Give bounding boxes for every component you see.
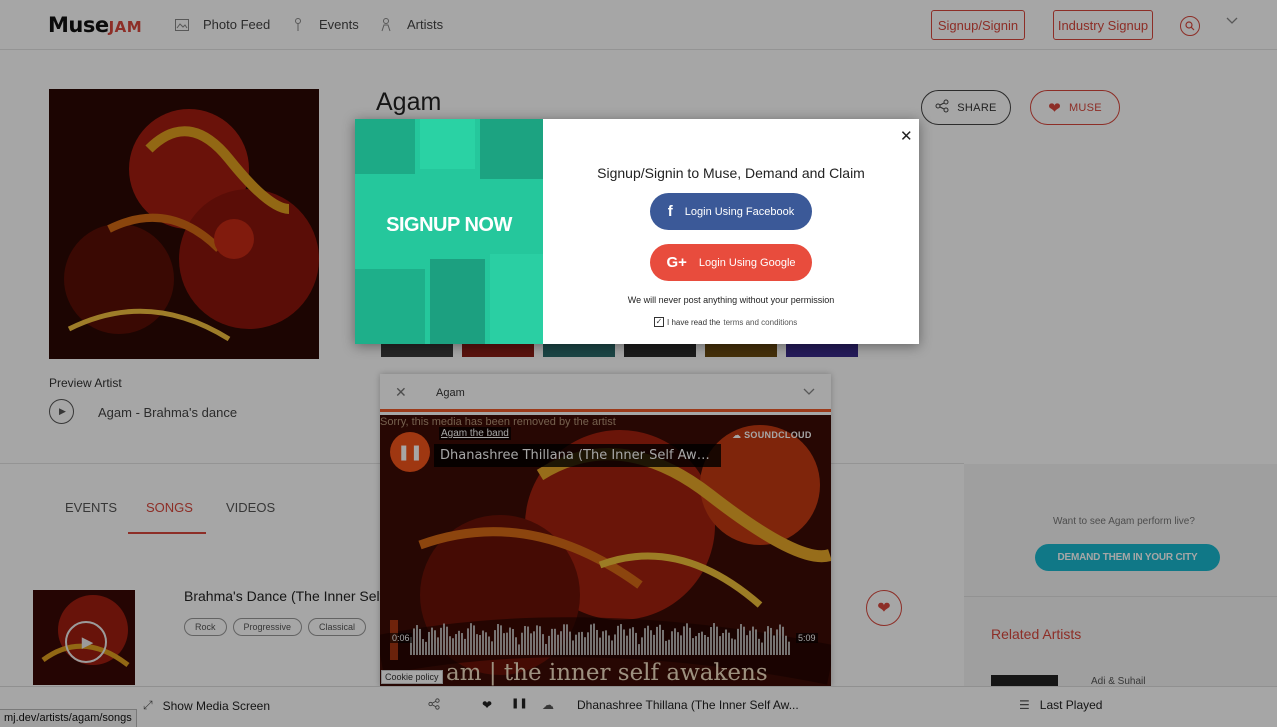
facebook-icon: f bbox=[667, 203, 673, 220]
modal-heading: Signup/Signin to Muse, Demand and Claim bbox=[597, 165, 865, 181]
close-icon[interactable]: ✕ bbox=[900, 127, 913, 145]
google-login-label: Login Using Google bbox=[698, 256, 796, 269]
facebook-login-button[interactable]: f Login Using Facebook bbox=[650, 193, 812, 230]
signup-modal: SIGNUP NOW ✕ Signup/Signin to Muse, Dema… bbox=[355, 119, 919, 344]
permission-notice: We will never post anything without your… bbox=[627, 295, 835, 305]
facebook-login-label: Login Using Facebook bbox=[684, 205, 795, 218]
google-login-button[interactable]: G+ Login Using Google bbox=[650, 244, 812, 281]
google-plus-icon: G+ bbox=[666, 254, 687, 271]
modal-overlay[interactable] bbox=[0, 0, 1277, 727]
signup-now-text: SIGNUP NOW bbox=[386, 214, 512, 236]
terms-prefix: I have read the bbox=[667, 317, 721, 327]
signup-banner: SIGNUP NOW bbox=[355, 119, 543, 344]
checkbox-checked-icon[interactable]: ✓ bbox=[654, 317, 664, 327]
terms-agreement: ✓ I have read the terms and conditions bbox=[654, 317, 797, 327]
terms-link[interactable]: terms and conditions bbox=[723, 318, 797, 327]
